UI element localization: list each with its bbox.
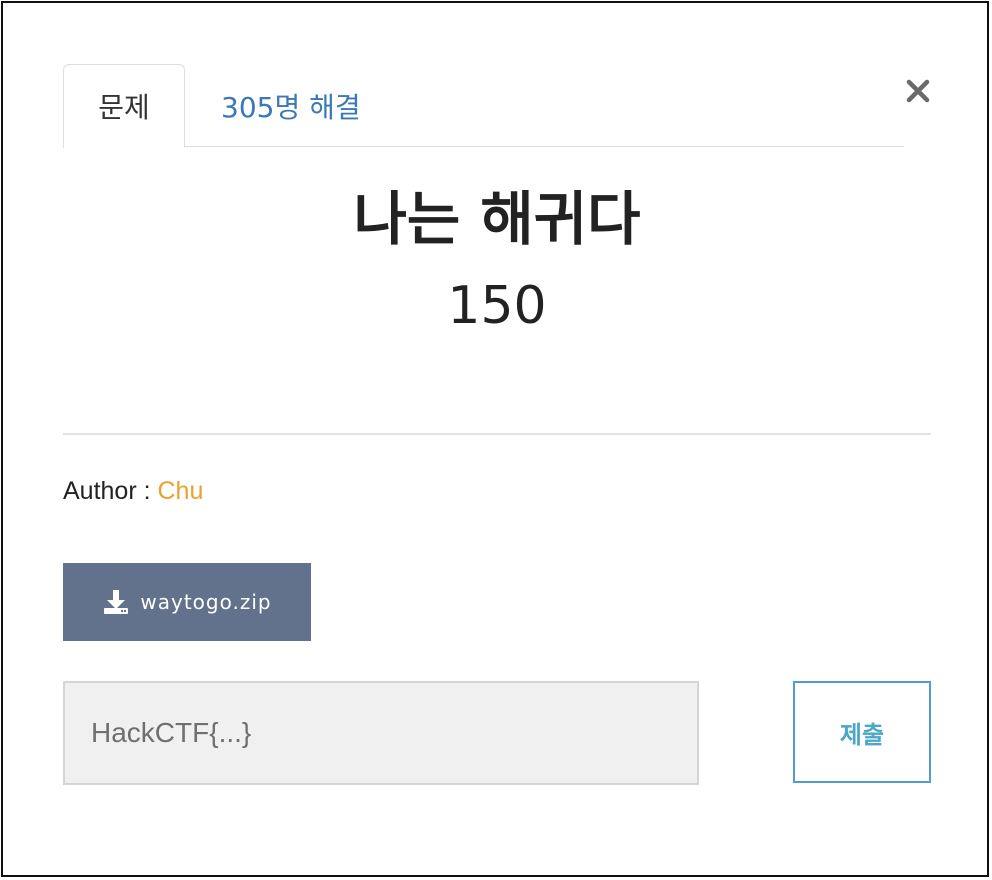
submit-button[interactable]: 제출: [793, 681, 931, 783]
close-button[interactable]: [901, 71, 935, 111]
submit-label: 제출: [839, 720, 885, 749]
divider: [63, 433, 931, 435]
challenge-points: 150: [447, 276, 547, 336]
challenge-title: 나는 해귀다: [353, 185, 641, 253]
author-name[interactable]: Chu: [158, 477, 204, 505]
author-line: Author : Chu: [63, 477, 203, 506]
tab-solves[interactable]: 305명 해결: [221, 64, 361, 147]
close-icon: [906, 79, 930, 103]
tab-solves-label: 305명 해결: [221, 90, 361, 124]
file-name: waytogo.zip: [140, 590, 272, 614]
challenge-modal: 문제 305명 해결 나는 해귀다 150 Author : Chu wayto…: [1, 1, 989, 877]
modal-tabs: 문제 305명 해결: [63, 64, 904, 148]
download-file-button[interactable]: waytogo.zip: [63, 563, 311, 641]
author-label: Author :: [63, 477, 158, 505]
tab-challenge-label: 문제: [98, 91, 150, 124]
flag-input[interactable]: [63, 681, 699, 785]
download-icon: [104, 590, 129, 614]
tab-challenge[interactable]: 문제: [63, 64, 185, 148]
